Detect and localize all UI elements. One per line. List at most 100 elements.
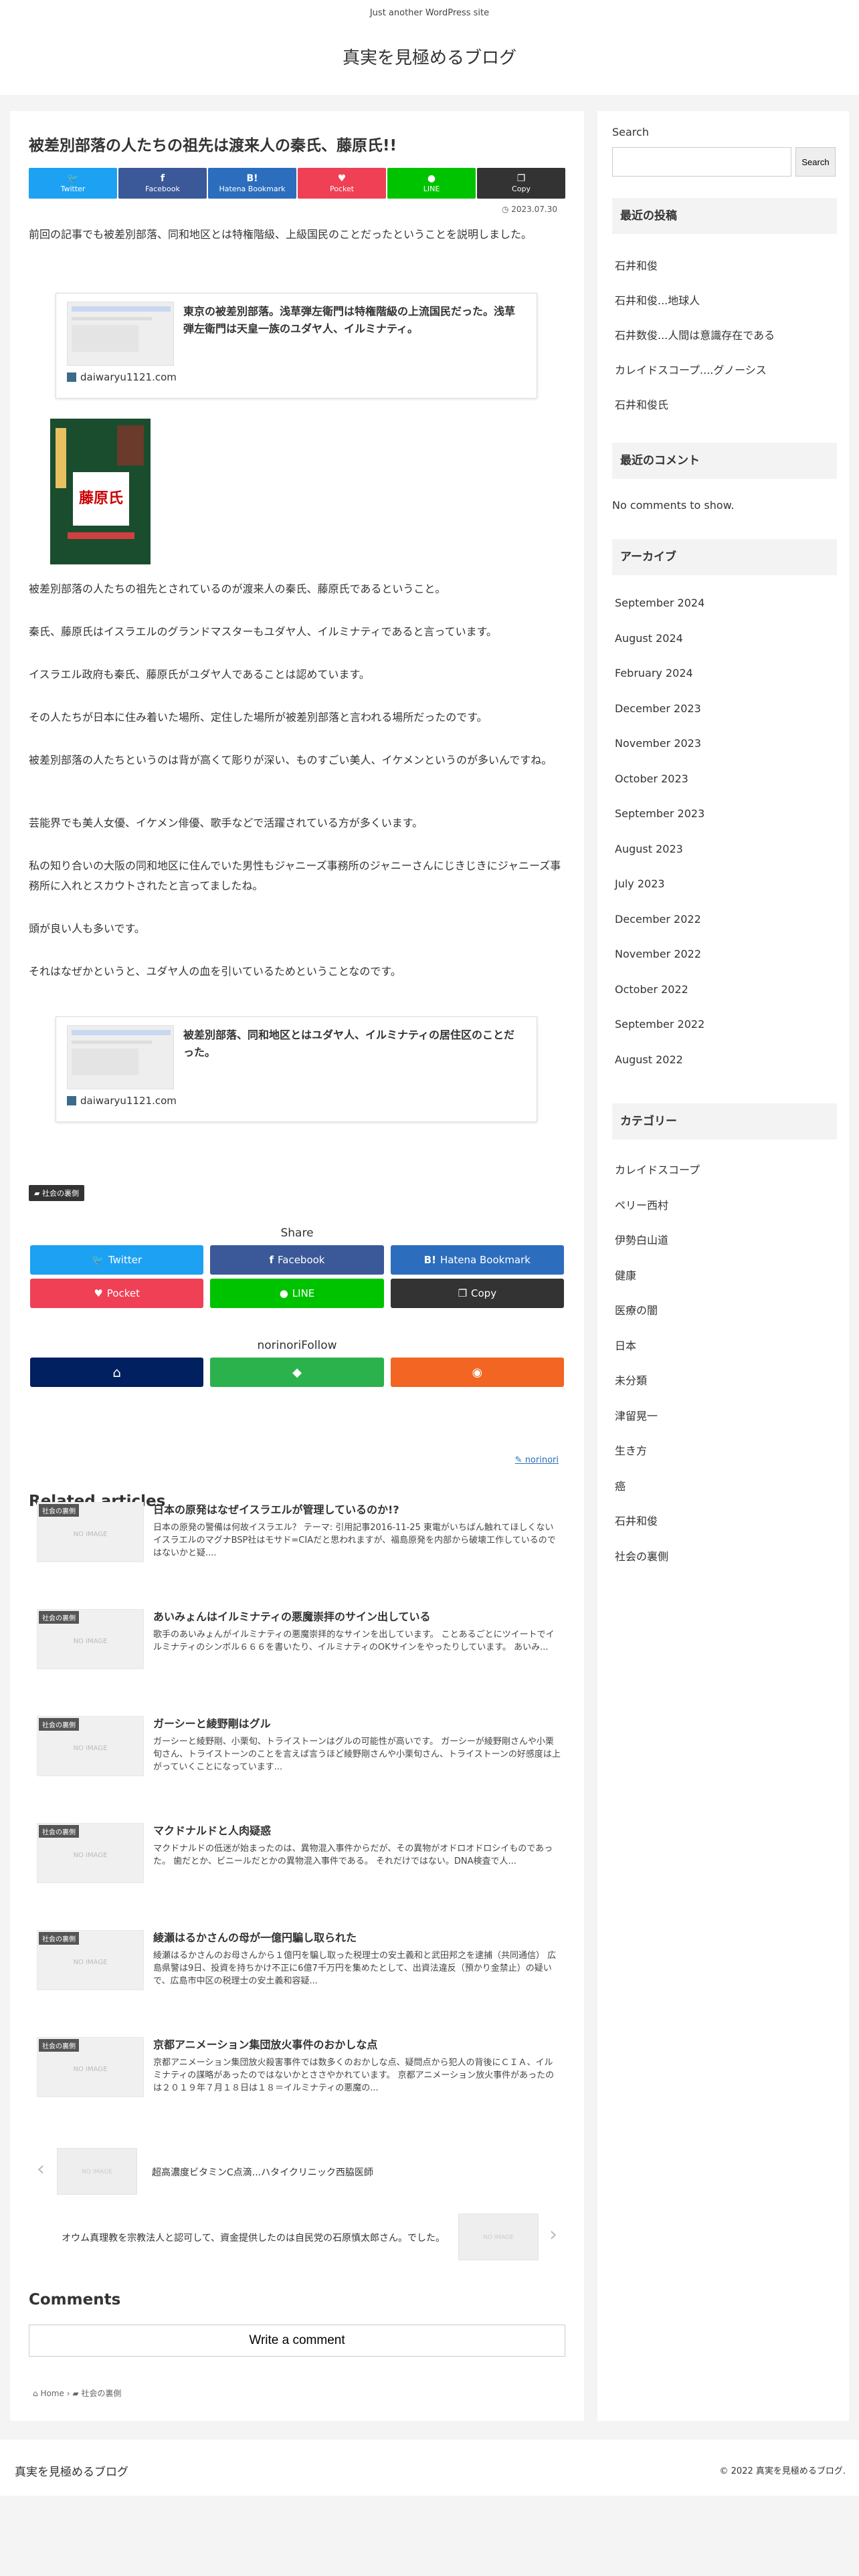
archive-item[interactable]: October 2023 bbox=[615, 772, 688, 785]
share-facebook-button[interactable]: f Facebook bbox=[118, 168, 207, 199]
recent-post-item[interactable]: 石井数俊...人間は意識存在である bbox=[615, 326, 775, 342]
category-item[interactable]: 津留晃一 bbox=[615, 1407, 658, 1423]
line-icon: ● bbox=[427, 173, 436, 185]
copy-icon: ❐ bbox=[516, 173, 526, 185]
share-hatena-button[interactable]: B! Hatena Bookmark bbox=[208, 168, 296, 199]
category-tag[interactable]: ▰ 社会の裏側 bbox=[29, 1185, 84, 1201]
related-article[interactable]: 社会の裏側 NO IMAGE 京都アニメーション集団放火事件のおかしな点 京都アニ… bbox=[37, 2037, 565, 2111]
recent-post-item[interactable]: 石井和俊 bbox=[615, 257, 658, 273]
share-buttons-bottom: 🐦 Twitter f Facebook B! Hatena Bookmark ♥ Po… bbox=[30, 1245, 564, 1308]
recent-post-item[interactable]: 石井和俊...地球人 bbox=[615, 292, 700, 308]
related-snippet: 日本の原発の警備は何故イスラエル？ テーマ: 引用記事2016-11-25 東電… bbox=[153, 1523, 556, 1558]
related-article[interactable]: 社会の裏側 NO IMAGE ガーシーと綾野剛はグル ガーシーと綾野剛、小栗旬、ト… bbox=[37, 1716, 565, 1790]
share-label: LINE bbox=[292, 1287, 315, 1299]
category-item[interactable]: 医療の闇 bbox=[615, 1301, 658, 1317]
archive-item[interactable]: September 2024 bbox=[615, 597, 704, 609]
related-article[interactable]: 社会の裏側 NO IMAGE あいみょんはイルミナティの悪魔崇拝のサイン出している… bbox=[37, 1609, 565, 1683]
follow-rss-button[interactable]: ◉ bbox=[390, 1358, 564, 1387]
archive-item[interactable]: July 2023 bbox=[615, 877, 665, 890]
archive-item[interactable]: August 2023 bbox=[615, 843, 683, 855]
favicon-icon bbox=[67, 372, 76, 382]
pencil-icon: ✎ bbox=[514, 1455, 525, 1465]
archive-item[interactable]: September 2023 bbox=[615, 807, 704, 820]
related-title: ガーシーと綾野剛はグル bbox=[153, 1717, 271, 1730]
archive-item[interactable]: November 2023 bbox=[615, 737, 701, 750]
site-title[interactable]: 真実を見極めるブログ bbox=[0, 44, 859, 69]
book-cover-image: 藤原氏 bbox=[50, 419, 151, 564]
category-item[interactable]: 日本 bbox=[615, 1337, 636, 1353]
chevron-left-icon: ‹ bbox=[37, 2157, 45, 2181]
share-hatena-button[interactable]: B! Hatena Bookmark bbox=[390, 1245, 564, 1275]
share-label: Facebook bbox=[278, 1254, 325, 1266]
category-item[interactable]: 生き方 bbox=[615, 1442, 647, 1458]
follow-feedly-button[interactable]: ◆ bbox=[210, 1358, 384, 1387]
related-thumbnail: 社会の裏側 NO IMAGE bbox=[37, 1930, 144, 1990]
category-item[interactable]: 伊勢白山道 bbox=[615, 1231, 668, 1247]
line-icon: ● bbox=[279, 1287, 288, 1299]
archive-item[interactable]: August 2022 bbox=[615, 1053, 683, 1066]
breadcrumb-home[interactable]: ⌂ Home bbox=[33, 2389, 64, 2398]
share-pocket-button[interactable]: ♥ Pocket bbox=[298, 168, 386, 199]
share-label: Twitter bbox=[108, 1254, 142, 1266]
prev-post-link[interactable]: ‹ NO IMAGE 超高濃度ビタミンC点滴...ハタイクリニック西脇医師 bbox=[37, 2148, 565, 2199]
intro-paragraph: 前回の記事でも被差別部落、同和地区とは特権階級、上級国民のことだったということを… bbox=[29, 228, 533, 241]
next-post-link[interactable]: オウム真理教を宗教法人と認可して、資金提供したのは自民党の石原慎太郎さん。でした… bbox=[37, 2214, 565, 2264]
archive-item[interactable]: August 2024 bbox=[615, 632, 683, 645]
share-label: LINE bbox=[423, 184, 440, 193]
no-image-text: NO IMAGE bbox=[73, 2066, 108, 2073]
share-copy-button[interactable]: ❐ Copy bbox=[477, 168, 565, 199]
related-article[interactable]: 社会の裏側 NO IMAGE マクドナルドと人肉疑惑 マクドナルドの低迷が始まった… bbox=[37, 1823, 565, 1897]
blog-card-domain: daiwaryu1121.com bbox=[67, 371, 177, 383]
share-twitter-button[interactable]: 🐦 Twitter bbox=[29, 168, 117, 199]
related-thumbnail: 社会の裏側 NO IMAGE bbox=[37, 1609, 144, 1669]
category-item[interactable]: ペリー西村 bbox=[615, 1196, 668, 1212]
blog-card-1[interactable]: 東京の被差別部落。浅草弾左衛門は特権階級の上流国民だった。浅草弾左衛門は天皇一族… bbox=[56, 293, 537, 399]
author-link[interactable]: ✎ norinori bbox=[515, 1455, 559, 1465]
share-line-button[interactable]: ● LINE bbox=[210, 1279, 384, 1308]
search-button[interactable]: Search bbox=[795, 147, 836, 177]
archive-item[interactable]: October 2022 bbox=[615, 983, 688, 996]
follow-home-button[interactable]: ⌂ bbox=[30, 1358, 204, 1387]
share-line-button[interactable]: ● LINE bbox=[387, 168, 476, 199]
archive-item[interactable]: September 2022 bbox=[615, 1018, 704, 1031]
copy-icon: ❐ bbox=[458, 1287, 468, 1299]
related-thumbnail: 社会の裏側 NO IMAGE bbox=[37, 1716, 144, 1776]
related-article[interactable]: 社会の裏側 NO IMAGE 日本の原発はなぜイスラエルが管理しているのか!? 日… bbox=[37, 1502, 565, 1576]
archive-item[interactable]: February 2024 bbox=[615, 667, 693, 679]
category-badge: 社会の裏側 bbox=[39, 1611, 79, 1624]
share-facebook-button[interactable]: f Facebook bbox=[210, 1245, 384, 1275]
archive-item[interactable]: December 2023 bbox=[615, 702, 701, 715]
breadcrumb-category-label: 社会の裏側 bbox=[81, 2389, 122, 2398]
category-badge: 社会の裏側 bbox=[39, 1825, 79, 1838]
recent-post-item[interactable]: 石井和俊氏 bbox=[615, 396, 668, 412]
facebook-icon: f bbox=[160, 173, 165, 185]
home-icon: ⌂ bbox=[112, 1364, 122, 1380]
write-comment-button[interactable]: Write a comment bbox=[29, 2325, 565, 2357]
category-item[interactable]: 健康 bbox=[615, 1267, 636, 1283]
category-item[interactable]: カレイドスコープ bbox=[615, 1161, 700, 1177]
book-cover-title: 藤原氏 bbox=[73, 472, 129, 526]
breadcrumb-category[interactable]: ▰ 社会の裏側 bbox=[72, 2389, 121, 2398]
share-twitter-button[interactable]: 🐦 Twitter bbox=[30, 1245, 204, 1275]
next-post-title: オウム真理教を宗教法人と認可して、資金提供したのは自民党の石原慎太郎さん。でした… bbox=[62, 2233, 445, 2244]
category-item[interactable]: 未分類 bbox=[615, 1372, 647, 1388]
categories-heading: カテゴリー bbox=[612, 1103, 837, 1140]
footer-site-name[interactable]: 真実を見極めるブログ bbox=[15, 2462, 128, 2479]
category-item[interactable]: 石井和俊 bbox=[615, 1512, 658, 1528]
follow-buttons: ⌂ ◆ ◉ bbox=[30, 1358, 564, 1387]
facebook-icon: f bbox=[269, 1254, 274, 1266]
blog-card-2[interactable]: 被差別部落、同和地区とはユダヤ人、イルミナティの居住区のことだった。 daiwa… bbox=[56, 1016, 537, 1122]
prev-post-title: 超高濃度ビタミンC点滴...ハタイクリニック西脇医師 bbox=[152, 2167, 373, 2178]
category-item[interactable]: 癌 bbox=[615, 1477, 626, 1493]
related-article[interactable]: 社会の裏側 NO IMAGE 綾瀬はるかさんの母が一億円騙し取られた 綾瀬はるかさ… bbox=[37, 1930, 565, 2004]
site-tagline: Just another WordPress site bbox=[369, 8, 490, 18]
blog-card-title: 東京の被差別部落。浅草弾左衛門は特権階級の上流国民だった。浅草弾左衛門は天皇一族… bbox=[183, 305, 516, 335]
search-input[interactable] bbox=[612, 147, 791, 177]
archive-item[interactable]: December 2022 bbox=[615, 913, 701, 926]
recent-post-item[interactable]: カレイドスコープ....グノーシス bbox=[615, 361, 767, 377]
share-copy-button[interactable]: ❐ Copy bbox=[390, 1279, 564, 1308]
archive-item[interactable]: November 2022 bbox=[615, 948, 701, 960]
no-image-text: NO IMAGE bbox=[73, 1959, 108, 1966]
category-item[interactable]: 社会の裏側 bbox=[615, 1547, 668, 1564]
share-pocket-button[interactable]: ♥ Pocket bbox=[30, 1279, 204, 1308]
